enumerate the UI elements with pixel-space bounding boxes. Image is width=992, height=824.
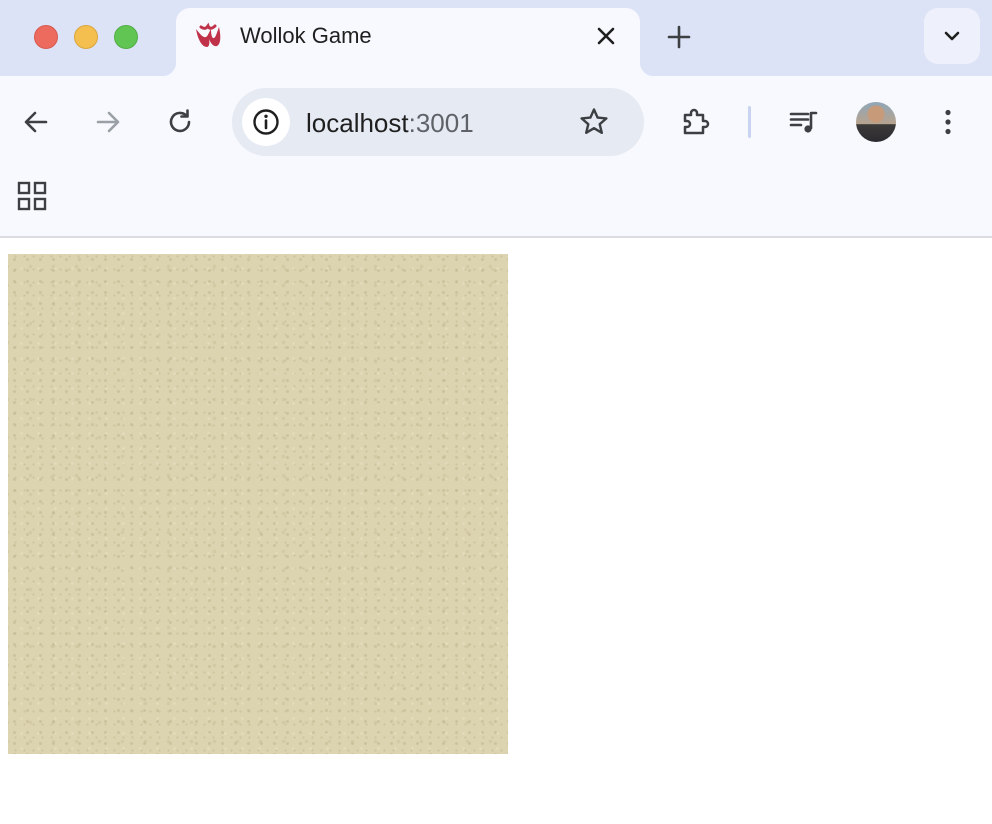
apps-grid-icon[interactable]: [16, 180, 48, 212]
url-text[interactable]: localhost:3001: [306, 108, 474, 138]
window-maximize-button[interactable]: [114, 25, 138, 49]
browser-window: Wollok Game localhost:3001: [0, 0, 992, 824]
game-board-canvas[interactable]: [8, 254, 508, 754]
tab-title: Wollok Game: [240, 23, 372, 48]
arrow-right-icon[interactable]: [92, 106, 124, 138]
window-close-button[interactable]: [34, 25, 58, 49]
star-icon[interactable]: [578, 106, 610, 138]
close-icon[interactable]: [594, 24, 618, 48]
page-content: [0, 238, 992, 824]
tab-strip: Wollok Game: [0, 0, 992, 76]
tab-search-button[interactable]: [924, 8, 980, 64]
navigation-toolbar: localhost:3001: [0, 76, 992, 168]
toolbar-divider: [748, 106, 751, 138]
chevron-down-icon: [944, 31, 960, 41]
site-info-button[interactable]: [242, 98, 290, 146]
url-port: :3001: [408, 108, 474, 138]
kebab-menu-icon[interactable]: [932, 106, 964, 138]
window-minimize-button[interactable]: [74, 25, 98, 49]
wollok-logo-icon: [196, 22, 221, 47]
new-tab-plus-icon[interactable]: [664, 22, 694, 52]
playlist-music-icon[interactable]: [788, 106, 820, 138]
url-host: localhost: [306, 108, 409, 138]
arrow-left-icon[interactable]: [20, 106, 52, 138]
bookmarks-bar: [0, 168, 992, 238]
profile-avatar[interactable]: [856, 102, 896, 142]
info-icon: [253, 109, 279, 135]
tab-wollok-game[interactable]: Wollok Game: [162, 8, 654, 76]
reload-icon[interactable]: [164, 106, 196, 138]
address-bar[interactable]: localhost:3001: [232, 88, 644, 156]
puzzle-icon[interactable]: [680, 106, 712, 138]
